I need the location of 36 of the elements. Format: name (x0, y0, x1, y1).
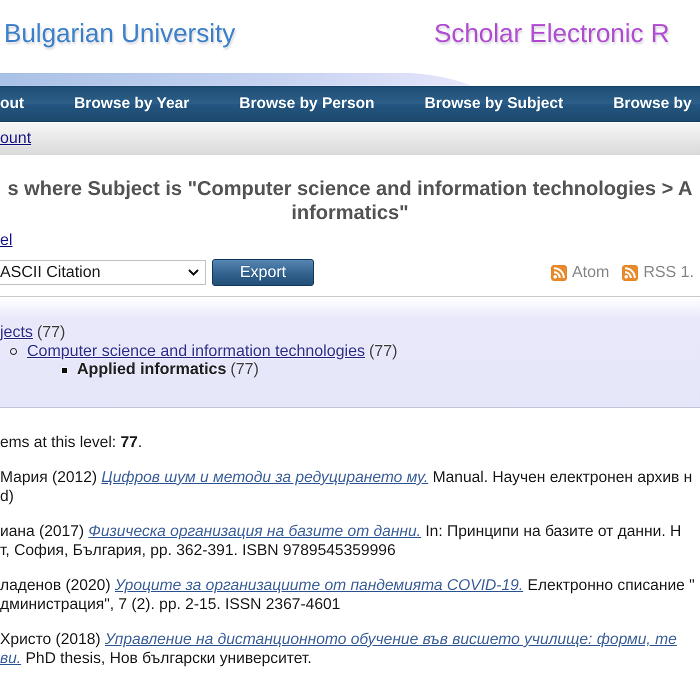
citation-title-link[interactable]: Уроците за организациите от пандемията COVID-19. (114, 577, 524, 594)
nav-link[interactable]: Browse by (613, 95, 692, 113)
citation-title-link[interactable]: ви. (0, 650, 22, 667)
nav-link[interactable]: Browse by Year (74, 95, 190, 113)
item-count: (77) (368, 342, 398, 361)
citation-text: Мария (2012) Цифров шум и методи за редуцирането му. Manual. Научен електронен архив н (0, 468, 694, 487)
item-count: (77) (36, 324, 66, 342)
item-count: (77) (230, 361, 259, 380)
page-title: s where Subject is "Computer science and information technologies > A informatics" (6, 177, 694, 225)
account-link[interactable]: ount (0, 130, 32, 148)
circle-bullet-icon (10, 348, 17, 356)
export-format-select[interactable]: ASCII Citation (0, 260, 206, 285)
citation-text: Христо (2018) Управление на дистанционното обучение във висшето училище: форми, те (0, 630, 678, 649)
citation-text: ви. PhD thesis, Нов български университет. (0, 649, 313, 668)
nav-link[interactable]: out (0, 95, 24, 113)
up-level-link[interactable]: el (0, 231, 12, 250)
university-title: Bulgarian University (4, 17, 236, 50)
citation-title-link[interactable]: Цифров шум и методи за редуцирането му. (101, 469, 428, 486)
nav-link[interactable]: Browse by Person (239, 95, 375, 113)
square-bullet-icon (62, 368, 67, 373)
feed-icon (550, 264, 567, 280)
subject-link[interactable]: Computer science and information technologies (27, 342, 365, 361)
citation-text: d) (0, 487, 15, 506)
citation-title-link[interactable]: Управление на дистанционното обучение във висшето училище: форми, те (104, 631, 677, 648)
chevron-down-icon (188, 269, 199, 276)
citation-text: дминистрация", 7 (2). pp. 2-15. ISSN 2367-4601 (0, 595, 342, 614)
export-button[interactable]: Export (212, 259, 314, 286)
nav-link[interactable]: Browse by Subject (424, 95, 564, 113)
feed-icon (622, 264, 638, 280)
citation-text: ладенов (2020) Уроците за организациите от пандемията COVID-19. Електронно списание " (0, 576, 696, 595)
citation-text: т, София, България, pp. 362-391. ISBN 9789545359996 (0, 541, 397, 560)
repository-title: Scholar Electronic R (434, 17, 670, 50)
citation-text: иана (2017) Физическа организация на базите от данни. In: Принципи на базите от данни. Н (0, 522, 682, 541)
citation-title-link[interactable]: Физическа организация на базите от данни. (88, 523, 421, 540)
current-subject: Applied informatics (77, 361, 226, 380)
item-count-text: ems at this level: 77. (0, 433, 144, 452)
